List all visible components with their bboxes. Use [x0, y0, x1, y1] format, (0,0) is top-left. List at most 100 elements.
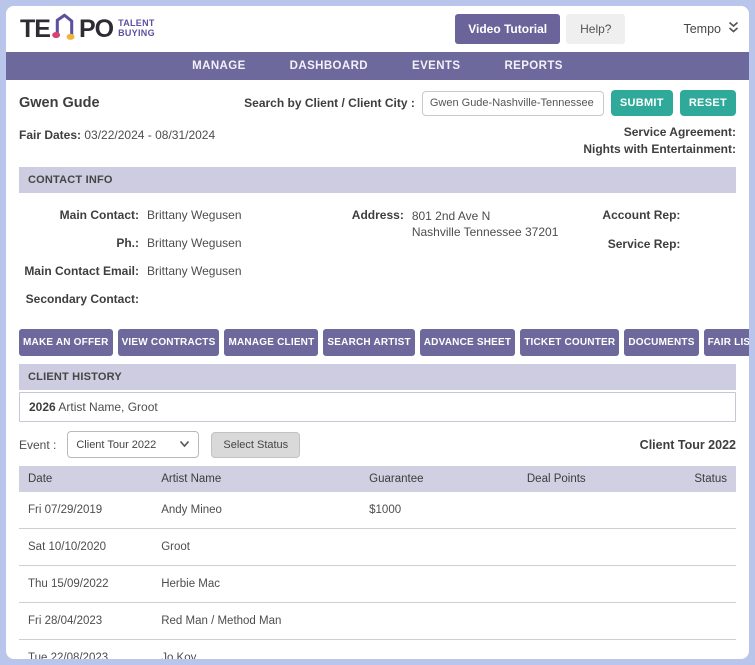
cell-artist: Red Man / Method Man	[155, 603, 363, 640]
client-name: Gwen Gude	[19, 95, 215, 111]
cell-guarantee	[363, 529, 521, 566]
app-window: TE PO TALENT BUYING Video Tutorial Help?…	[0, 0, 755, 665]
account-rep-row: Account Rep:	[585, 208, 736, 222]
column-header-status: Status	[636, 466, 736, 492]
action-button-search-artist[interactable]: SEARCH ARTIST	[323, 329, 414, 356]
action-button-manage-client[interactable]: MANAGE CLIENT	[224, 329, 318, 356]
history-table-header-row: DateArtist NameGuaranteeDeal PointsStatu…	[19, 466, 736, 492]
service-rep-row: Service Rep:	[585, 237, 736, 251]
address-label: Address:	[349, 208, 404, 240]
fair-dates-value: 03/22/2024 - 08/31/2024	[84, 128, 215, 142]
contact-info-grid: Main Contact: Brittany Wegusen Ph.: Brit…	[19, 193, 736, 326]
service-rep-label: Service Rep:	[585, 237, 680, 251]
action-button-fair-list[interactable]: FAIR LIST	[704, 329, 755, 356]
cell-artist: Andy Mineo	[155, 492, 363, 529]
secondary-contact-label: Secondary Contact:	[19, 292, 139, 306]
logo-tagline: TALENT BUYING	[118, 19, 155, 39]
account-rep-label: Account Rep:	[585, 208, 680, 222]
cell-deal-points	[521, 529, 636, 566]
video-tutorial-button[interactable]: Video Tutorial	[455, 14, 560, 44]
logo-word-start: TE	[20, 15, 50, 44]
table-row: Fri 07/29/2019Andy Mineo$1000	[19, 492, 736, 529]
cell-deal-points	[521, 566, 636, 603]
phone-value: Brittany Wegusen	[147, 236, 242, 250]
main-content: Gwen Gude Fair Dates: 03/22/2024 - 08/31…	[6, 80, 749, 665]
cell-artist: Groot	[155, 529, 363, 566]
address-row: Address: 801 2nd Ave N Nashville Tenness…	[349, 208, 586, 240]
nav-item-dashboard[interactable]: DASHBOARD	[290, 60, 368, 72]
nights-with-entertainment-label: Nights with Entertainment:	[244, 142, 736, 156]
cell-date: Fri 07/29/2019	[19, 492, 155, 529]
history-table-body: Fri 07/29/2019Andy Mineo$1000Sat 10/10/2…	[19, 492, 736, 665]
address-line1: 801 2nd Ave N	[412, 209, 491, 223]
cell-guarantee	[363, 640, 521, 665]
event-row: Event : Client Tour 2022 Select Status C…	[19, 431, 736, 458]
cell-artist: Jo Koy	[155, 640, 363, 665]
help-button[interactable]: Help?	[566, 14, 625, 44]
phone-row: Ph.: Brittany Wegusen	[19, 236, 349, 250]
table-row: Tue 22/08/2023Jo Koy	[19, 640, 736, 665]
phone-label: Ph.:	[19, 236, 139, 250]
column-header-deal-points: Deal Points	[521, 466, 636, 492]
cell-status	[636, 529, 736, 566]
client-header-right: Search by Client / Client City : SUBMIT …	[244, 90, 736, 156]
service-agreement-label: Service Agreement:	[244, 125, 736, 139]
cell-status	[636, 566, 736, 603]
select-status-button[interactable]: Select Status	[211, 432, 300, 458]
action-button-documents[interactable]: DOCUMENTS	[624, 329, 698, 356]
top-bar: TE PO TALENT BUYING Video Tutorial Help?…	[6, 6, 749, 52]
email-row: Main Contact Email: Brittany Wegusen	[19, 264, 349, 278]
event-title: Client Tour 2022	[640, 438, 736, 452]
cell-guarantee: $1000	[363, 492, 521, 529]
client-history-entry: 2026 Artist Name, Groot	[19, 392, 736, 422]
reset-button[interactable]: RESET	[680, 90, 736, 116]
client-header-left: Gwen Gude Fair Dates: 03/22/2024 - 08/31…	[19, 90, 215, 156]
chevron-down-icon	[179, 439, 190, 451]
table-row: Thu 15/09/2022Herbie Mac	[19, 566, 736, 603]
column-header-date: Date	[19, 466, 155, 492]
cell-deal-points	[521, 492, 636, 529]
client-search-input[interactable]	[422, 91, 604, 116]
history-table: DateArtist NameGuaranteeDeal PointsStatu…	[19, 466, 736, 665]
secondary-contact-row: Secondary Contact:	[19, 292, 349, 306]
submit-button[interactable]: SUBMIT	[611, 90, 673, 116]
cell-artist: Herbie Mac	[155, 566, 363, 603]
cell-guarantee	[363, 566, 521, 603]
fair-dates-label: Fair Dates:	[19, 128, 81, 142]
table-row: Fri 28/04/2023Red Man / Method Man	[19, 603, 736, 640]
cell-status	[636, 492, 736, 529]
action-button-make-an-offer[interactable]: MAKE AN OFFER	[19, 329, 113, 356]
event-select[interactable]: Client Tour 2022	[67, 431, 199, 458]
action-button-row: MAKE AN OFFERVIEW CONTRACTSMANAGE CLIENT…	[19, 329, 736, 356]
table-row: Sat 10/10/2020Groot	[19, 529, 736, 566]
column-header-guarantee: Guarantee	[363, 466, 521, 492]
nav-item-events[interactable]: EVENTS	[412, 60, 460, 72]
action-button-ticket-counter[interactable]: TICKET COUNTER	[520, 329, 619, 356]
cell-deal-points	[521, 640, 636, 665]
address-line2: Nashville Tennessee 37201	[412, 225, 559, 239]
cell-status	[636, 603, 736, 640]
cell-guarantee	[363, 603, 521, 640]
double-chevron-down-icon	[728, 21, 739, 37]
history-entry-year: 2026	[29, 400, 56, 414]
cell-date: Tue 22/08/2023	[19, 640, 155, 665]
cell-status	[636, 640, 736, 665]
music-note-icon	[51, 12, 78, 46]
main-nav: MANAGE DASHBOARD EVENTS REPORTS	[6, 52, 749, 80]
nav-item-manage[interactable]: MANAGE	[192, 60, 246, 72]
contact-column-address: Address: 801 2nd Ave N Nashville Tenness…	[349, 208, 586, 320]
action-button-advance-sheet[interactable]: ADVANCE SHEET	[420, 329, 515, 356]
user-menu-label: Tempo	[683, 22, 721, 36]
nav-item-reports[interactable]: REPORTS	[504, 60, 562, 72]
app-logo: TE PO TALENT BUYING	[20, 12, 155, 46]
cell-deal-points	[521, 603, 636, 640]
cell-date: Sat 10/10/2020	[19, 529, 155, 566]
client-search: Search by Client / Client City : SUBMIT …	[244, 90, 736, 116]
column-header-artist-name: Artist Name	[155, 466, 363, 492]
user-menu[interactable]: Tempo	[683, 21, 739, 37]
action-button-view-contracts[interactable]: VIEW CONTRACTS	[118, 329, 220, 356]
main-contact-row: Main Contact: Brittany Wegusen	[19, 208, 349, 222]
contact-column-reps: Account Rep: Service Rep:	[585, 208, 736, 320]
main-contact-value: Brittany Wegusen	[147, 208, 242, 222]
top-bar-actions: Video Tutorial Help? Tempo	[455, 14, 739, 44]
